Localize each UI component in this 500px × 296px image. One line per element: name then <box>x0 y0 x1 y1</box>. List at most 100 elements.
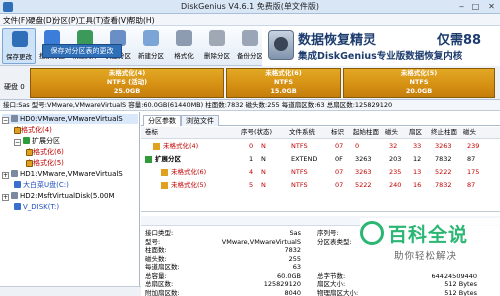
column-header[interactable]: 序号(状态) <box>241 127 272 138</box>
cell-id: 07 <box>335 181 344 189</box>
tree-item[interactable]: 未格式化(4) <box>14 125 52 135</box>
ad-banner[interactable]: 数据恢复精灵 集成DiskGenius专业版数据恢复内核 仅需88 <box>262 26 500 66</box>
collapse-icon[interactable]: − <box>2 117 9 124</box>
table-header: 卷标 序号(状态) 文件系统 标识 起始柱面 磁头 扇区 终止柱面 磁头 <box>141 127 500 139</box>
cell-seq: 4 <box>249 168 254 176</box>
table-row[interactable]: 未格式化(4) 0 N NTFS 07 0 32 33 3263 239 <box>141 141 500 152</box>
watermark-title: 百科全说 <box>388 224 469 246</box>
detail-value: 8040 <box>284 288 301 296</box>
column-header[interactable]: 起始柱面 <box>353 127 379 138</box>
partition-block[interactable]: 未格式化(4) NTFS (活动) 25.0GB <box>30 68 224 98</box>
column-header[interactable]: 扇区 <box>409 127 422 138</box>
partition-block[interactable]: 未格式化(5) NTFS 20.0GB <box>343 68 495 98</box>
column-header[interactable]: 卷标 <box>145 127 158 138</box>
partition-size: 20.0GB <box>405 87 433 95</box>
cell-fs: NTFS <box>291 168 308 176</box>
expand-icon[interactable]: + <box>2 194 9 201</box>
collapse-icon[interactable]: − <box>14 139 21 146</box>
expand-icon[interactable]: + <box>2 172 9 179</box>
partition-table: 卷标 序号(状态) 文件系统 标识 起始柱面 磁头 扇区 终止柱面 磁头 未格式化(4) 0 N NT… <box>141 127 500 212</box>
disk-info-line: 接口:Sas 型号:VMware,VMwareVirtualS 容量:60.0G… <box>0 100 500 111</box>
extended-partition-icon <box>145 156 152 163</box>
cell-volume-label: 扩展分区 <box>155 155 181 163</box>
partition-name: 未格式化(4) <box>108 69 146 77</box>
tree-item[interactable]: 大白菜U盘(C:) <box>14 180 69 190</box>
format-button[interactable]: 格式化 <box>167 28 201 64</box>
cell-seq: 5 <box>249 181 254 189</box>
toolbar-button-label: 新建分区 <box>138 52 164 60</box>
column-header[interactable]: 文件系统 <box>289 127 315 138</box>
delete-button[interactable]: 删除分区 <box>200 28 234 64</box>
tab-browse-files[interactable]: 浏览文件 <box>181 115 219 126</box>
tree-item[interactable]: 未格式化(6) <box>26 147 64 157</box>
table-row[interactable]: 未格式化(5) 5 N NTFS 07 5222 240 16 7832 87 <box>141 180 500 191</box>
partition-name: 未格式化(5) <box>400 69 438 77</box>
column-header[interactable]: 终止柱面 <box>431 127 457 138</box>
new-partition-button[interactable]: 新建分区 <box>134 28 168 64</box>
minimize-icon[interactable]: ‒ <box>456 2 467 11</box>
tree-item[interactable]: − 扩展分区 <box>14 136 60 146</box>
detail-label: 物理扇区大小: <box>317 288 359 296</box>
cell-eh: 87 <box>467 181 476 189</box>
tree-item[interactable]: + HD2:MsftVirtualDisk(5.00M <box>2 191 115 201</box>
tree-item[interactable]: V_DISK(T:) <box>14 202 59 212</box>
partition-name: 未格式化(6) <box>265 69 302 77</box>
disk-icon <box>11 115 18 122</box>
cell-seq: 1 <box>249 155 254 163</box>
partition-fs: NTFS <box>409 78 429 86</box>
window-title: DiskGenius V4.6.1 免费版(单文件版) <box>181 2 319 11</box>
column-header[interactable]: 磁头 <box>463 127 476 138</box>
tree-item[interactable]: − HD0:VMware,VMwareVirtualS <box>2 114 138 124</box>
cell-sh: 240 <box>389 181 402 189</box>
disk-map: 硬盘 0 未格式化(4) NTFS (活动) 25.0GB 未格式化(6) NTFS 15… <box>0 66 500 100</box>
tree-item[interactable]: 未格式化(5) <box>26 158 64 168</box>
cell-ec: 5222 <box>435 168 452 176</box>
cell-sh: 235 <box>389 168 402 176</box>
save-button[interactable]: 保存更改 <box>2 28 36 64</box>
banner-price: 仅需88 <box>437 33 482 48</box>
column-header[interactable]: 标识 <box>331 127 344 138</box>
partition-block[interactable]: 未格式化(6) NTFS 15.0GB <box>226 68 341 98</box>
detail-value: 512 Bytes <box>444 288 477 296</box>
extended-partition-icon <box>23 137 30 144</box>
status-bar <box>0 286 141 296</box>
cell-id: 07 <box>335 142 344 150</box>
cell-volume-label: 未格式化(5) <box>171 181 207 189</box>
menu-item-6[interactable]: 帮助(H) <box>128 15 155 26</box>
partition-size: 15.0GB <box>270 87 297 95</box>
partition-icon <box>153 143 160 150</box>
column-header[interactable]: 磁头 <box>385 127 398 138</box>
toolbar-button-label: 保存更改 <box>6 53 32 61</box>
cell-state: N <box>261 168 266 176</box>
menu-item-3[interactable]: 分区(P) <box>53 15 78 26</box>
backup-icon <box>242 30 258 46</box>
close-icon[interactable]: ✕ <box>486 2 497 11</box>
cell-state: N <box>261 142 266 150</box>
tree-item[interactable]: + HD1:VMware,VMwareVirtualS <box>2 169 123 179</box>
watermark-subtitle: 助你轻松解决 <box>394 251 458 262</box>
title-bar: DiskGenius V4.6.1 免费版(单文件版) ‒ □ ✕ <box>0 0 500 14</box>
cell-sc: 0 <box>355 142 360 150</box>
new-partition-icon <box>143 30 159 46</box>
cell-ec: 7832 <box>435 155 452 163</box>
menu-item-4[interactable]: 工具(T) <box>78 15 103 26</box>
menu-item-2[interactable]: 硬盘(D) <box>28 15 55 26</box>
menu-item-5[interactable]: 查看(V) <box>103 15 129 26</box>
disk-icon <box>11 192 18 199</box>
volume-icon <box>14 203 21 210</box>
table-row[interactable]: 扩展分区 1 N EXTEND 0F 3263 203 12 7832 87 <box>141 154 500 165</box>
save-icon <box>12 31 28 47</box>
volume-icon <box>14 181 21 188</box>
cell-state: N <box>261 155 266 163</box>
menu-item-1[interactable]: 文件(F) <box>3 15 28 26</box>
maximize-icon[interactable]: □ <box>470 2 481 11</box>
detail-label: 附加扇区数: <box>145 288 180 296</box>
cell-sh: 203 <box>389 155 402 163</box>
detail-label: 分区表类型: <box>317 237 352 246</box>
tab-partition-params[interactable]: 分区参数 <box>143 115 181 126</box>
banner-subtitle: 集成DiskGenius专业版数据恢复内核 <box>298 51 463 62</box>
table-row[interactable]: 未格式化(6) 4 N NTFS 07 3263 235 13 5222 175 <box>141 167 500 178</box>
banner-title: 数据恢复精灵 <box>298 33 377 48</box>
partition-fs: NTFS (活动) <box>106 78 148 86</box>
cell-ss: 33 <box>413 142 422 150</box>
